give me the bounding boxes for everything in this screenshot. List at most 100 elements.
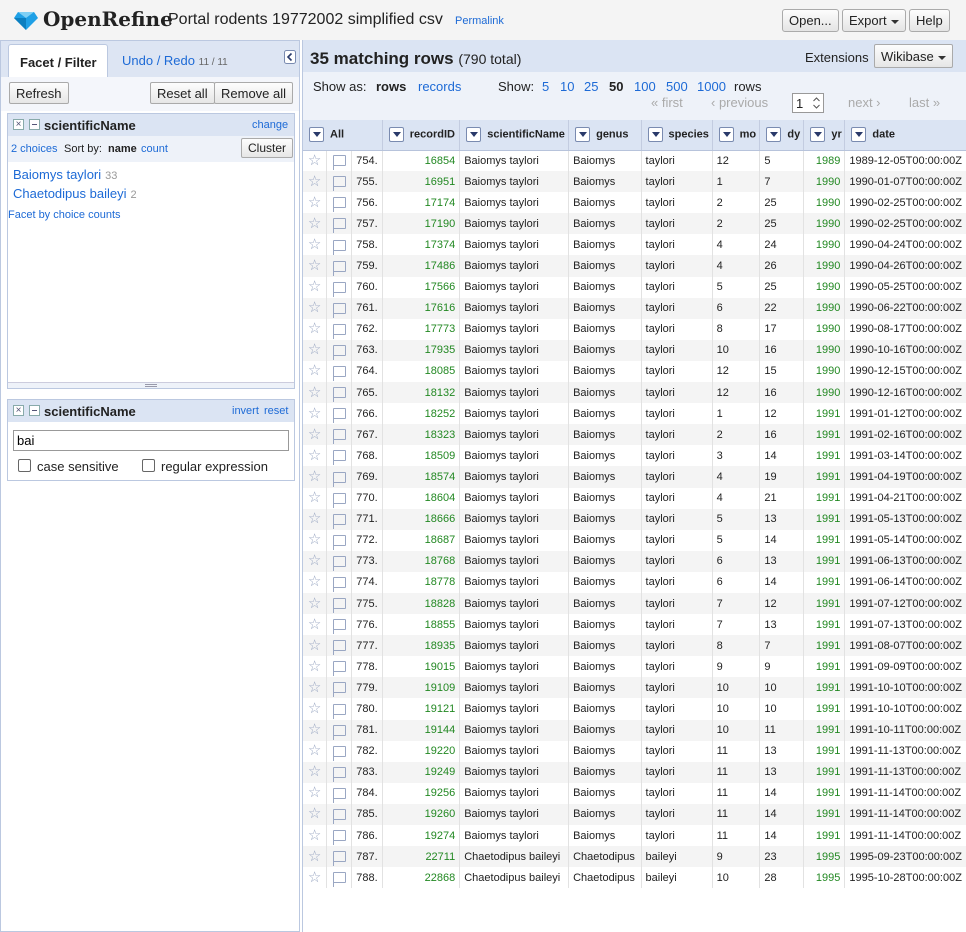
- scientific-name-cell[interactable]: Baiomys taylori: [459, 740, 570, 762]
- month-cell[interactable]: 11: [712, 803, 761, 825]
- day-cell[interactable]: 21: [759, 487, 805, 509]
- genus-cell[interactable]: Baiomys: [568, 150, 642, 172]
- sort-by-count[interactable]: count: [141, 143, 168, 155]
- remove-all-button[interactable]: Remove all: [214, 82, 294, 104]
- day-cell[interactable]: 5: [759, 150, 805, 172]
- flag-icon[interactable]: [332, 724, 346, 740]
- date-cell[interactable]: 1991-08-07T00:00:00Z: [844, 635, 966, 657]
- flag-icon[interactable]: [332, 703, 346, 719]
- day-cell[interactable]: 22: [759, 297, 805, 319]
- species-cell[interactable]: taylori: [641, 571, 713, 593]
- day-cell[interactable]: 11: [759, 719, 805, 741]
- flag-icon[interactable]: [332, 450, 346, 466]
- scientific-name-cell[interactable]: Baiomys taylori: [459, 213, 570, 235]
- month-cell[interactable]: 8: [712, 635, 761, 657]
- star-icon[interactable]: ☆: [308, 384, 321, 401]
- species-cell[interactable]: taylori: [641, 234, 713, 256]
- species-cell[interactable]: taylori: [641, 255, 713, 277]
- scientific-name-cell[interactable]: Baiomys taylori: [459, 571, 570, 593]
- species-cell[interactable]: taylori: [641, 360, 713, 383]
- month-cell[interactable]: 11: [712, 761, 761, 783]
- species-cell[interactable]: taylori: [641, 825, 713, 847]
- flag-icon[interactable]: [332, 302, 346, 318]
- scientific-name-cell[interactable]: Baiomys taylori: [459, 698, 570, 720]
- genus-cell[interactable]: Baiomys: [568, 297, 642, 319]
- star-icon[interactable]: ☆: [308, 679, 321, 696]
- species-cell[interactable]: taylori: [641, 719, 713, 741]
- species-cell[interactable]: baileyi: [641, 846, 713, 868]
- month-cell[interactable]: 5: [712, 276, 761, 298]
- date-cell[interactable]: 1991-10-10T00:00:00Z: [844, 698, 966, 720]
- genus-cell[interactable]: Baiomys: [568, 424, 642, 446]
- star-icon[interactable]: ☆: [308, 742, 321, 759]
- flag-icon[interactable]: [332, 745, 346, 761]
- year-cell[interactable]: 1990: [803, 213, 846, 235]
- day-cell[interactable]: 16: [759, 339, 805, 361]
- genus-cell[interactable]: Baiomys: [568, 825, 642, 847]
- record-id-cell[interactable]: 22868: [382, 867, 461, 889]
- star-icon[interactable]: ☆: [308, 194, 321, 211]
- date-cell[interactable]: 1991-02-16T00:00:00Z: [844, 424, 966, 446]
- month-cell[interactable]: 2: [712, 192, 761, 214]
- day-cell[interactable]: 13: [759, 740, 805, 762]
- date-cell[interactable]: 1991-11-13T00:00:00Z: [844, 761, 966, 783]
- day-cell[interactable]: 10: [759, 677, 805, 699]
- species-cell[interactable]: taylori: [641, 445, 713, 467]
- day-cell[interactable]: 13: [759, 614, 805, 636]
- date-cell[interactable]: 1991-10-11T00:00:00Z: [844, 719, 966, 741]
- scientific-name-cell[interactable]: Baiomys taylori: [459, 825, 570, 847]
- genus-cell[interactable]: Baiomys: [568, 803, 642, 825]
- genus-cell[interactable]: Baiomys: [568, 234, 642, 256]
- record-id-cell[interactable]: 18085: [382, 360, 461, 383]
- scientific-name-cell[interactable]: Chaetodipus baileyi: [459, 867, 570, 889]
- record-id-cell[interactable]: 18323: [382, 424, 461, 446]
- flag-icon[interactable]: [332, 682, 346, 698]
- day-cell[interactable]: 14: [759, 445, 805, 467]
- genus-cell[interactable]: Baiomys: [568, 255, 642, 277]
- flag-icon[interactable]: [332, 619, 346, 635]
- dropdown-arrow-icon[interactable]: [718, 127, 734, 143]
- genus-cell[interactable]: Baiomys: [568, 571, 642, 593]
- month-cell[interactable]: 4: [712, 255, 761, 277]
- record-id-cell[interactable]: 17935: [382, 339, 461, 361]
- day-cell[interactable]: 13: [759, 550, 805, 572]
- species-cell[interactable]: taylori: [641, 761, 713, 783]
- flag-icon[interactable]: [332, 218, 346, 234]
- species-cell[interactable]: taylori: [641, 318, 713, 340]
- year-cell[interactable]: 1991: [803, 740, 846, 762]
- scientific-name-cell[interactable]: Baiomys taylori: [459, 550, 570, 572]
- record-id-cell[interactable]: 19109: [382, 677, 461, 699]
- genus-cell[interactable]: Baiomys: [568, 592, 642, 615]
- star-icon[interactable]: ☆: [308, 721, 321, 738]
- refresh-button[interactable]: Refresh: [9, 82, 69, 104]
- year-cell[interactable]: 1991: [803, 466, 846, 488]
- genus-cell[interactable]: Baiomys: [568, 171, 642, 193]
- date-cell[interactable]: 1990-04-24T00:00:00Z: [844, 234, 966, 256]
- species-cell[interactable]: taylori: [641, 171, 713, 193]
- record-id-cell[interactable]: 17616: [382, 297, 461, 319]
- record-id-cell[interactable]: 17374: [382, 234, 461, 256]
- year-cell[interactable]: 1991: [803, 592, 846, 615]
- star-icon[interactable]: ☆: [308, 468, 321, 485]
- date-cell[interactable]: 1991-07-12T00:00:00Z: [844, 592, 966, 615]
- regular-expression-checkbox[interactable]: [142, 459, 155, 472]
- page-size-25[interactable]: 25: [584, 79, 598, 94]
- scientific-name-cell[interactable]: Baiomys taylori: [459, 719, 570, 741]
- facet-choice-item[interactable]: Baiomys taylori 33: [13, 167, 117, 182]
- year-cell[interactable]: 1989: [803, 150, 846, 172]
- year-cell[interactable]: 1991: [803, 550, 846, 572]
- date-cell[interactable]: 1990-05-25T00:00:00Z: [844, 276, 966, 298]
- genus-cell[interactable]: Baiomys: [568, 550, 642, 572]
- sort-by-name[interactable]: name: [108, 143, 137, 155]
- date-cell[interactable]: 1990-12-16T00:00:00Z: [844, 382, 966, 404]
- date-cell[interactable]: 1991-11-14T00:00:00Z: [844, 782, 966, 804]
- scientific-name-cell[interactable]: Baiomys taylori: [459, 761, 570, 783]
- scientific-name-cell[interactable]: Baiomys taylori: [459, 360, 570, 383]
- day-cell[interactable]: 25: [759, 213, 805, 235]
- record-id-cell[interactable]: 16951: [382, 171, 461, 193]
- record-id-cell[interactable]: 18666: [382, 508, 461, 530]
- collapse-panel-icon[interactable]: [284, 50, 296, 64]
- day-cell[interactable]: 23: [759, 846, 805, 868]
- flag-icon[interactable]: [332, 429, 346, 445]
- month-cell[interactable]: 4: [712, 234, 761, 256]
